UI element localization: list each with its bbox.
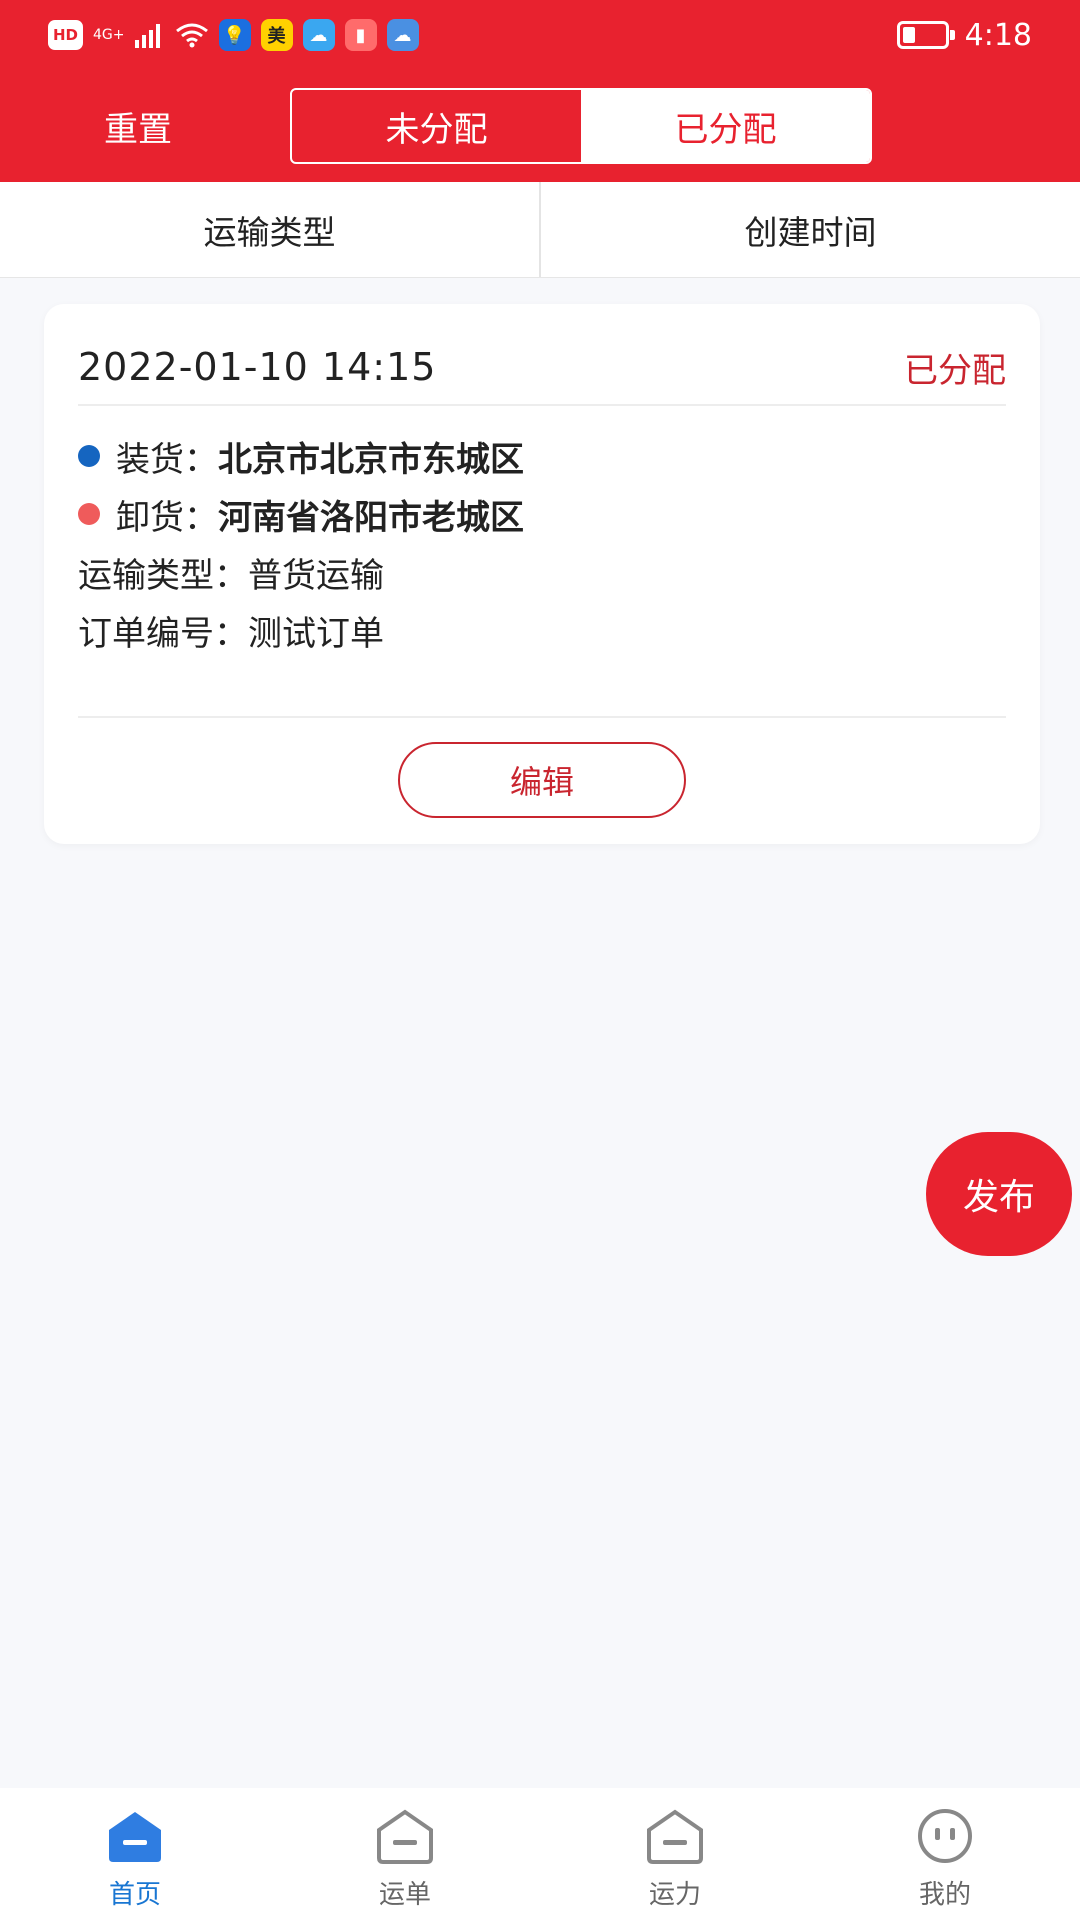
filter-bar: 运输类型 创建时间 [0, 182, 1080, 278]
header: HD 4G+ 💡 美 ☁ ▮ ☁ 4:18 重置 未分配 已分配 [0, 0, 1080, 182]
tab-unassigned[interactable]: 未分配 [292, 90, 581, 162]
tab-assigned[interactable]: 已分配 [581, 90, 870, 162]
bottom-nav: 首页 运单 运力 我的 [0, 1788, 1080, 1920]
network-label: 4G+ [93, 27, 125, 43]
unload-dot-icon [78, 503, 100, 525]
nav-profile[interactable]: 我的 [810, 1788, 1080, 1920]
transport-type-filter[interactable]: 运输类型 [0, 182, 539, 277]
unload-label: 卸货： [116, 497, 218, 538]
meituan-app-icon: 美 [260, 19, 293, 51]
nav-home[interactable]: 首页 [0, 1788, 270, 1920]
weather-app-icon: ☁ [302, 19, 335, 51]
capacity-icon [647, 1809, 703, 1864]
order-no-value: 测试订单 [248, 613, 384, 654]
bulb-app-icon: 💡 [218, 19, 251, 51]
load-address: 北京市北京市东城区 [218, 439, 524, 480]
publish-button[interactable]: 发布 [926, 1132, 1072, 1256]
create-time-filter[interactable]: 创建时间 [541, 182, 1080, 277]
status-right: 4:18 [896, 16, 1032, 54]
unload-address: 河南省洛阳市老城区 [218, 497, 524, 538]
home-icon [109, 1812, 161, 1862]
nav-profile-label: 我的 [918, 1880, 971, 1910]
nav-waybill-label: 运单 [378, 1880, 431, 1910]
status-bar: HD 4G+ 💡 美 ☁ ▮ ☁ 4:18 [0, 0, 1080, 70]
wifi-icon [175, 23, 208, 48]
waybill-icon [377, 1809, 433, 1864]
hd-badge: HD [48, 20, 84, 50]
top-bar: 重置 未分配 已分配 [0, 82, 1080, 172]
load-dot-icon [78, 445, 100, 467]
load-label: 装货： [116, 439, 218, 480]
cloud-app-icon: ☁ [386, 19, 419, 51]
status-left: HD 4G+ 💡 美 ☁ ▮ ☁ [48, 16, 419, 54]
type-value: 普货运输 [248, 555, 384, 596]
assignment-segment: 未分配 已分配 [290, 88, 872, 164]
divider [78, 404, 1006, 406]
nav-capacity[interactable]: 运力 [540, 1788, 810, 1920]
signal-icon [134, 24, 160, 48]
nav-home-label: 首页 [108, 1880, 161, 1910]
order-no-label: 订单编号： [78, 613, 248, 654]
nav-capacity-label: 运力 [648, 1880, 701, 1910]
type-row: 运输类型： 普货运输 [78, 542, 1006, 602]
load-row: 装货： 北京市北京市东城区 [78, 426, 1006, 486]
divider [78, 716, 1006, 718]
order-no-row: 订单编号： 测试订单 [78, 600, 1006, 660]
status-badge: 已分配 [904, 350, 1006, 391]
order-date: 2022-01-10 14:15 [78, 345, 437, 389]
battery-icon [896, 21, 955, 49]
battery-fill [902, 27, 915, 43]
type-label: 运输类型： [78, 555, 248, 596]
app-screen: HD 4G+ 💡 美 ☁ ▮ ☁ 4:18 重置 未分配 已分配 运输类型 创建… [0, 0, 1080, 1920]
book-app-icon: ▮ [344, 19, 377, 51]
app-badges: 💡 美 ☁ ▮ ☁ [218, 19, 419, 51]
reset-button[interactable]: 重置 [104, 102, 172, 151]
unload-row: 卸货： 河南省洛阳市老城区 [78, 484, 1006, 544]
order-card[interactable]: 2022-01-10 14:15 已分配 装货： 北京市北京市东城区 卸货： 河… [44, 304, 1040, 844]
nav-waybill[interactable]: 运单 [270, 1788, 540, 1920]
card-header: 2022-01-10 14:15 已分配 [78, 332, 1006, 402]
edit-button[interactable]: 编辑 [398, 742, 686, 818]
profile-icon [918, 1809, 972, 1863]
clock: 4:18 [964, 17, 1032, 53]
